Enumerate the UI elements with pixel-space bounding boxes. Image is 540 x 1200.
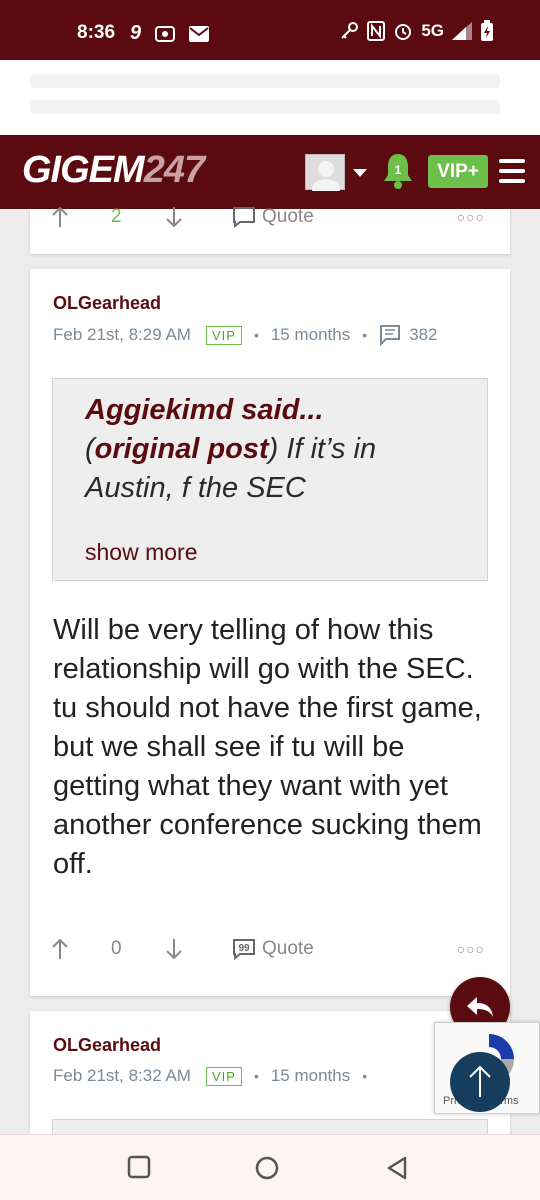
post-date: Feb 21st, 8:32 AM <box>53 1066 191 1085</box>
upvote-count: 2 <box>111 206 122 227</box>
status-left-icons: 9 <box>130 22 210 45</box>
separator-dot: • <box>253 1068 259 1084</box>
back-icon[interactable] <box>385 1155 409 1181</box>
logo-number: 247 <box>143 149 205 191</box>
key-icon <box>341 22 359 39</box>
arrow-up-icon <box>469 1065 491 1097</box>
quote-icon: 99 <box>233 939 255 960</box>
site-logo[interactable]: GIGEM247 <box>22 149 205 192</box>
vip-badge: VIP <box>205 1066 242 1086</box>
show-more-link[interactable]: show more <box>85 539 197 566</box>
post-author[interactable]: OLGearhead <box>53 1035 161 1056</box>
post-actions: 2 Quote ○○○ <box>30 197 510 237</box>
recent-apps-icon[interactable] <box>127 1155 151 1179</box>
chevron-down-icon[interactable] <box>353 169 367 177</box>
status-right-icons: 5G <box>339 20 494 42</box>
user-avatar[interactable] <box>305 154 345 199</box>
post-author[interactable]: OLGearhead <box>53 293 161 314</box>
post-date: Feb 21st, 8:29 AM <box>53 325 191 344</box>
more-options-icon[interactable]: ○○○ <box>457 209 485 225</box>
cast-icon <box>155 25 176 42</box>
alarm-icon <box>395 24 412 40</box>
comment-icon <box>380 325 401 346</box>
upvote-icon[interactable] <box>52 206 68 228</box>
more-options-icon[interactable]: ○○○ <box>457 941 485 957</box>
status-time: 8:36 <box>77 22 116 43</box>
quote-label: Quote <box>262 938 314 959</box>
scroll-to-top-button[interactable] <box>450 1052 510 1112</box>
notification-count: 1 <box>394 163 402 177</box>
home-icon[interactable] <box>254 1155 280 1181</box>
signal-icon <box>452 22 472 40</box>
separator-dot: • <box>362 327 368 343</box>
separator-dot: • <box>362 1068 368 1084</box>
post-meta: Feb 21st, 8:29 AM VIP • 15 months • 382 <box>53 324 438 346</box>
quoted-text: Aggiekimd said... (original post) If it’s… <box>85 394 377 504</box>
upvote-icon[interactable] <box>52 938 68 960</box>
faded-page-header <box>0 60 540 135</box>
mail-icon <box>189 25 210 42</box>
post-card: OLGearhead Feb 21st, 8:29 AM VIP • 15 mo… <box>30 269 510 996</box>
member-duration: 15 months <box>270 325 351 344</box>
post-meta: Feb 21st, 8:32 AM VIP • 15 months • <box>53 1066 379 1086</box>
downvote-icon[interactable] <box>166 938 182 960</box>
vip-plus-button[interactable]: VIP+ <box>428 155 488 188</box>
quote-button[interactable]: Quote <box>232 206 314 228</box>
signal-9-icon: 9 <box>130 22 142 44</box>
menu-icon[interactable] <box>499 159 525 183</box>
svg-text:99: 99 <box>238 943 250 954</box>
post-count: 382 <box>409 325 438 344</box>
faded-text-line <box>30 100 500 114</box>
downvote-icon[interactable] <box>166 206 182 228</box>
quoted-author[interactable]: Aggiekimd said... <box>85 394 324 426</box>
separator-dot: • <box>253 327 259 343</box>
network-label: 5G <box>421 21 444 40</box>
logo-text: GIGEM <box>22 149 145 191</box>
battery-charging-icon <box>481 20 493 41</box>
quoted-post: Aggiekimd said... (original post) If it’s… <box>52 378 488 581</box>
quote-label: Quote <box>262 206 314 227</box>
faded-text-line <box>30 74 500 88</box>
status-bar: 8:36 9 5G <box>0 0 540 60</box>
system-nav-bar <box>0 1134 540 1200</box>
member-duration: 15 months <box>270 1066 351 1085</box>
post-actions: 0 99 Quote ○○○ <box>30 929 510 969</box>
previous-post-card: 2 Quote ○○○ <box>30 206 510 254</box>
vip-badge: VIP <box>205 325 242 345</box>
nfc-icon <box>367 21 386 41</box>
quote-button[interactable]: 99 Quote <box>232 938 314 960</box>
upvote-count: 0 <box>111 938 122 959</box>
reply-icon <box>467 997 493 1017</box>
quote-icon <box>233 207 255 228</box>
post-body: Will be very telling of how this relatio… <box>53 614 482 880</box>
original-post-link[interactable]: original post <box>95 433 269 465</box>
